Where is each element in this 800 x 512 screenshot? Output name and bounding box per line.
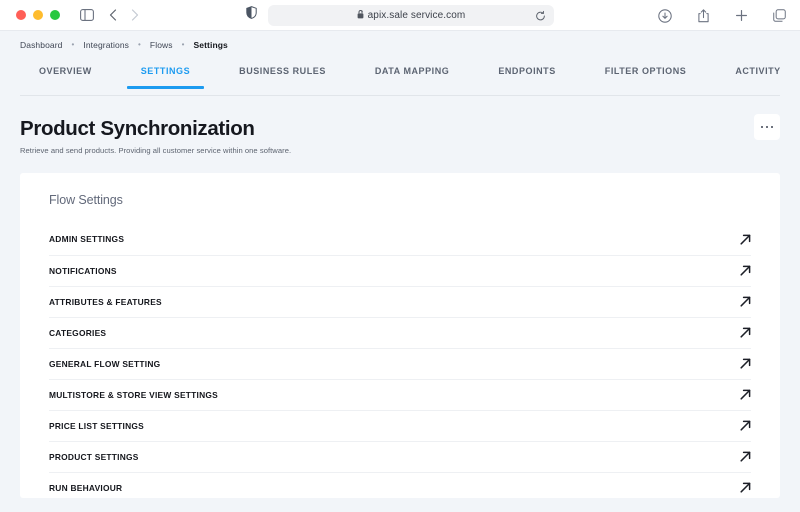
breadcrumb-item-settings[interactable]: Settings [194, 40, 228, 50]
arrow-up-right-icon[interactable] [740, 296, 751, 307]
tab-endpoints[interactable]: ENDPOINTS [498, 66, 555, 88]
breadcrumb-item-flows[interactable]: Flows [150, 40, 173, 50]
arrow-up-right-icon[interactable] [740, 358, 751, 369]
tab-overview[interactable]: OVERVIEW [39, 66, 92, 88]
maximize-window-button[interactable] [50, 10, 60, 20]
reload-icon[interactable] [535, 10, 546, 21]
sidebar-toggle-icon[interactable] [76, 4, 98, 26]
tab-data-mapping[interactable]: DATA MAPPING [375, 66, 449, 88]
tab-activity[interactable]: ACTIVITY [735, 66, 780, 88]
settings-list: ADMIN SETTINGS NOTIFICATIONS ATTRIBUTES & … [49, 224, 751, 498]
navigation-buttons [102, 4, 146, 26]
url-text: apix.sale service.com [367, 10, 466, 21]
tab-settings[interactable]: SETTINGS [126, 66, 205, 89]
tab-filter-options[interactable]: FILTER OPTIONS [605, 66, 687, 88]
tab-business-rules[interactable]: BUSINESS RULES [239, 66, 326, 88]
lock-icon [357, 10, 364, 21]
arrow-up-right-icon[interactable] [740, 327, 751, 338]
settings-row-label: PRODUCT SETTINGS [49, 451, 139, 462]
settings-row[interactable]: ADMIN SETTINGS [49, 224, 751, 255]
back-button[interactable] [102, 4, 124, 26]
dot [760, 125, 764, 129]
breadcrumb: Dashboard • Integrations • Flows • Setti… [0, 31, 800, 58]
tab-bar: OVERVIEW SETTINGS BUSINESS RULES DATA MA… [0, 58, 800, 96]
breadcrumb-separator: • [138, 40, 141, 49]
page-subtitle: Retrieve and send products. Providing al… [20, 145, 292, 155]
settings-row[interactable]: NOTIFICATIONS [49, 254, 751, 286]
window-controls [16, 10, 60, 20]
tab-overview-icon[interactable] [768, 5, 790, 27]
page-title: Product Synchronization [20, 117, 255, 140]
arrow-up-right-icon[interactable] [740, 451, 751, 462]
settings-row[interactable]: CATEGORIES [49, 316, 751, 348]
settings-row[interactable]: PRICE LIST SETTINGS [49, 409, 751, 441]
arrow-up-right-icon[interactable] [740, 265, 751, 276]
minimize-window-button[interactable] [33, 10, 43, 20]
arrow-up-right-icon[interactable] [740, 482, 751, 493]
page-header: Product Synchronization Retrieve and sen… [0, 96, 800, 155]
settings-row-label: GENERAL FLOW SETTING [49, 358, 161, 369]
download-icon[interactable] [654, 5, 676, 27]
browser-actions [654, 0, 790, 31]
settings-row-label: NOTIFICATIONS [49, 265, 117, 276]
forward-button[interactable] [124, 4, 146, 26]
share-icon[interactable] [692, 5, 714, 27]
shield-icon[interactable] [246, 6, 257, 24]
flow-settings-card: Flow Settings ADMIN SETTINGS NOTIFICATION… [20, 172, 780, 498]
address-bar[interactable]: apix.sale service.com [268, 5, 554, 26]
breadcrumb-separator: • [181, 40, 185, 49]
settings-row[interactable]: RUN BEHAVIOUR [49, 471, 751, 498]
dot [765, 125, 769, 129]
settings-row[interactable]: PRODUCT SETTINGS [49, 440, 751, 472]
settings-row-label: ATTRIBUTES & FEATURES [49, 296, 162, 307]
settings-row-label: PRICE LIST SETTINGS [49, 420, 145, 431]
close-window-button[interactable] [16, 10, 26, 20]
breadcrumb-item-dashboard[interactable]: Dashboard [20, 40, 62, 50]
settings-row-label: RUN BEHAVIOUR [49, 482, 123, 493]
settings-row[interactable]: ATTRIBUTES & FEATURES [49, 285, 751, 317]
settings-row-label: CATEGORIES [49, 327, 107, 338]
arrow-up-right-icon[interactable] [740, 234, 751, 245]
browser-toolbar: apix.sale service.com [0, 0, 800, 31]
breadcrumb-separator: • [71, 40, 75, 49]
breadcrumb-item-integrations[interactable]: Integrations [83, 40, 129, 50]
more-options-button[interactable] [754, 114, 780, 140]
settings-row[interactable]: MULTISTORE & STORE VIEW SETTINGS [49, 378, 751, 410]
card-title: Flow Settings [49, 192, 123, 207]
settings-row[interactable]: GENERAL FLOW SETTING [49, 347, 751, 379]
new-tab-icon[interactable] [730, 5, 752, 27]
arrow-up-right-icon[interactable] [740, 389, 751, 400]
arrow-up-right-icon[interactable] [740, 420, 751, 431]
settings-row-label: ADMIN SETTINGS [49, 234, 125, 245]
settings-row-label: MULTISTORE & STORE VIEW SETTINGS [49, 389, 218, 400]
dot [770, 125, 774, 129]
